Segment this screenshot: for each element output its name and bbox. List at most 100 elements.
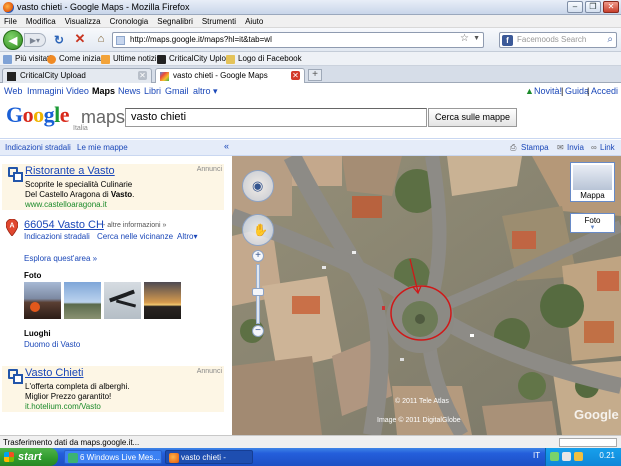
minimize-button[interactable]: – [567, 1, 583, 13]
gbar-libri[interactable]: Libri [144, 86, 161, 96]
ad-title[interactable]: Vasto Chieti [25, 367, 84, 379]
ad-url[interactable]: www.castelloaragona.it [25, 200, 107, 209]
map-type-mappa-button[interactable]: Mappa [570, 162, 615, 202]
result-directions-link[interactable]: Indicazioni stradali [24, 232, 90, 241]
tray-icon[interactable] [550, 452, 559, 461]
gbar-immagini[interactable]: Immagini [27, 86, 64, 96]
maps-header: Google maps Italia vasto chieti Cerca su… [0, 98, 621, 139]
chevron-down-icon: ▼ [589, 225, 596, 231]
taskbar-firefox-window[interactable]: vasto chieti - Google ... [165, 450, 253, 464]
taskbar: start 6 Windows Live Mes... vasto chieti… [0, 448, 621, 466]
firefox-icon [3, 2, 14, 13]
search-engine-icon[interactable]: f [502, 35, 513, 46]
bookmark-icon [3, 54, 12, 64]
search-nearby-link[interactable]: Cerca nelle vicinanze [97, 232, 173, 241]
home-button[interactable]: ⌂ [94, 32, 108, 46]
left-panel-nav: Indicazioni stradali Le mie mappe « [0, 140, 232, 156]
taskbar-windows-live-messenger[interactable]: 6 Windows Live Mes... [64, 450, 162, 464]
menu-modifica[interactable]: Modifica [26, 15, 56, 28]
my-maps-link[interactable]: Le mie mappe [77, 143, 128, 152]
pan-control[interactable]: ◉ [242, 170, 274, 202]
place-link[interactable]: Duomo di Vasto [24, 340, 80, 349]
directions-link[interactable]: Indicazioni stradali [5, 143, 71, 152]
navigation-toolbar: ◀ ▶▾ ↻ ✕ ⌂ http://maps.google.it/maps?hl… [0, 28, 621, 52]
gbar-accedi[interactable]: Accedi [591, 86, 618, 96]
collapse-panel-button[interactable]: « [224, 141, 229, 151]
map-view[interactable]: Mappa Foto ▼ ◉ ✋ + − © 2011 Tele Atlas I… [232, 156, 621, 435]
email-link[interactable]: Invia [567, 143, 584, 152]
result-title[interactable]: 66054 Vasto CH [24, 219, 104, 231]
bookmark-star-icon[interactable]: ☆ [460, 33, 469, 44]
map-thumbnail [573, 165, 612, 190]
photo-thumbnail[interactable] [64, 282, 101, 319]
gbar-gmail[interactable]: Gmail [165, 86, 189, 96]
more-actions-link[interactable]: Altro▾ [177, 232, 197, 241]
explore-area-link[interactable]: Esplora quest'area » [24, 254, 97, 263]
status-text: Trasferimento dati da maps.google.it... [3, 438, 140, 447]
zoom-in-button[interactable]: + [252, 250, 264, 262]
tab-google-maps[interactable]: vasto chieti - Google Maps ✕ [155, 68, 305, 84]
bookmark-criticalcity[interactable]: CriticalCity Upload [157, 53, 235, 65]
forward-button[interactable]: ▶▾ [24, 33, 46, 47]
clock[interactable]: 0.21 [599, 451, 615, 460]
tray-icon[interactable] [562, 452, 571, 461]
bookmark-ultime-notizie[interactable]: Ultime notizie [101, 53, 161, 65]
close-button[interactable]: ✕ [603, 1, 619, 13]
link-link[interactable]: Link [600, 143, 615, 152]
map-type-foto-button[interactable]: Foto ▼ [570, 213, 615, 233]
gbar-guida[interactable]: Guida [565, 86, 589, 96]
tray-icon[interactable] [574, 452, 583, 461]
menu-visualizza[interactable]: Visualizza [65, 15, 101, 28]
search-maps-button[interactable]: Cerca sulle mappe [428, 108, 517, 127]
address-bar[interactable]: http://maps.google.it/maps?hl=it&tab=wl … [112, 32, 484, 48]
maximize-button[interactable]: ❐ [585, 1, 601, 13]
menu-aiuto[interactable]: Aiuto [245, 15, 263, 28]
maps-search-input[interactable]: vasto chieti [125, 108, 427, 127]
imagery-copyright: Image © 2011 DigitalGlobe [377, 417, 461, 424]
ad-url[interactable]: it.hotelium.com/Vasto [25, 402, 101, 411]
rotate-control[interactable]: ✋ [242, 214, 274, 246]
photo-thumbnail[interactable] [144, 282, 181, 319]
gbar-news[interactable]: News [118, 86, 141, 96]
more-info-link[interactable]: - altre informazioni » [103, 222, 166, 229]
google-maps-favicon [160, 72, 169, 81]
ad-block: Annunci Ristorante a Vasto Scoprite le s… [2, 164, 224, 210]
ad-icon [8, 167, 23, 182]
bookmark-facebook[interactable]: Logo di Facebook [226, 53, 302, 65]
zoom-out-button[interactable]: − [252, 325, 264, 337]
close-tab-icon[interactable]: ✕ [291, 71, 300, 80]
tab-strip: CriticalCity Upload ✕ vasto chieti - Goo… [0, 66, 621, 84]
tab-criticalcity[interactable]: CriticalCity Upload ✕ [2, 68, 152, 83]
result-pin-icon[interactable]: A [6, 219, 18, 236]
menu-segnalibri[interactable]: Segnalibri [157, 15, 193, 28]
map-type-foto-label: Foto [584, 216, 601, 225]
photo-thumbnail[interactable] [104, 282, 141, 319]
satellite-imagery[interactable] [232, 156, 621, 435]
zoom-slider-handle[interactable] [252, 288, 264, 296]
menu-file[interactable]: File [4, 15, 17, 28]
start-button[interactable]: start [0, 448, 58, 466]
google-logo[interactable]: Google [6, 104, 70, 126]
windows-icon [4, 452, 14, 462]
url-dropdown-icon[interactable]: ▼ [473, 35, 480, 42]
gbar-web[interactable]: Web [4, 86, 22, 96]
menu-strumenti[interactable]: Strumenti [202, 15, 236, 28]
reload-button[interactable]: ↻ [52, 33, 66, 47]
language-indicator[interactable]: IT [533, 451, 540, 460]
menu-cronologia[interactable]: Cronologia [110, 15, 149, 28]
ad-title[interactable]: Ristorante a Vasto [25, 165, 115, 177]
search-icon[interactable]: ⌕ [607, 34, 613, 45]
close-tab-icon[interactable]: ✕ [138, 71, 147, 80]
search-input[interactable]: f Facemoods Search ⌕ [499, 32, 617, 48]
new-tab-button[interactable]: + [308, 69, 322, 81]
bookmark-piu-visitati[interactable]: Più visitati [3, 53, 51, 65]
gbar-altro[interactable]: altro ▾ [193, 86, 218, 97]
gbar-novita[interactable]: Novità! [534, 86, 562, 96]
photo-thumbnail[interactable] [24, 282, 61, 319]
back-button[interactable]: ◀ [3, 30, 23, 50]
stop-button[interactable]: ✕ [73, 31, 87, 46]
print-link[interactable]: Stampa [521, 143, 549, 152]
bookmark-come-iniziare[interactable]: Come iniziare [47, 53, 108, 65]
gbar-video[interactable]: Video [66, 86, 89, 96]
photos-heading: Foto [24, 271, 42, 280]
